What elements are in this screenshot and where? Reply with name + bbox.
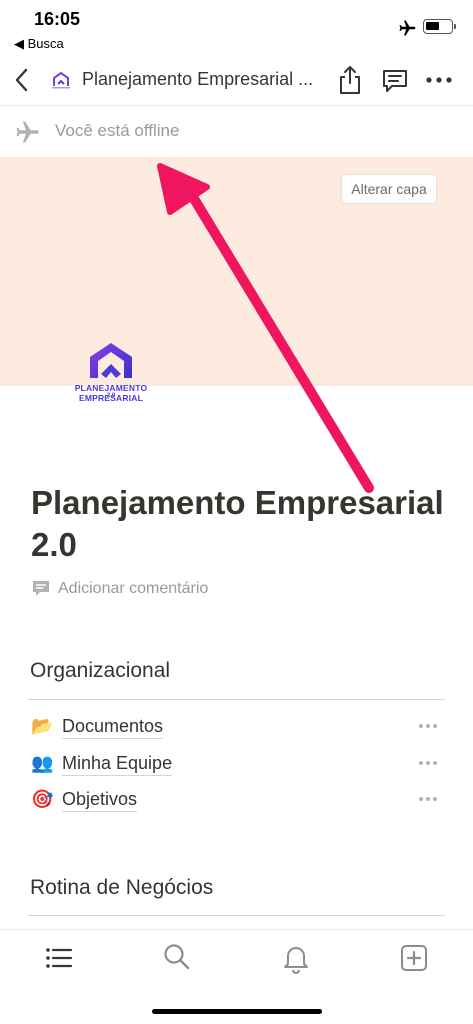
item-more-icon[interactable] [418,796,438,802]
airplane-mode-icon [399,20,416,36]
page-title-nav: Planejamento Empresarial ... [82,69,314,89]
item-more-icon[interactable] [418,760,438,766]
bell-icon[interactable] [282,942,310,974]
nav-divider [0,105,473,106]
target-icon: 🎯 [31,789,54,809]
search-icon[interactable] [162,942,192,972]
battery-icon [423,19,453,34]
home-indicator [152,1009,322,1014]
back-chevron-icon[interactable] [10,66,34,94]
change-cover-button[interactable]: Alterar capa [341,174,437,204]
comment-icon [33,581,49,596]
offline-message: Você está offline [55,121,180,140]
list-item-documentos[interactable]: Documentos [62,716,164,739]
list-item-objetivos[interactable]: Objetivos [62,789,138,812]
more-options-icon[interactable] [424,70,454,90]
item-more-icon[interactable] [418,723,438,729]
logo-subtext: 2.0 [106,393,116,399]
folder-icon: 📂 [31,716,54,736]
section-divider [28,699,445,700]
share-icon[interactable] [336,64,364,96]
people-icon: 👥 [31,753,54,773]
page-title[interactable]: Planejamento Empresarial 2.0 [31,482,451,566]
section-heading: Organizacional [30,659,171,682]
battery-tip [454,24,456,29]
add-comment-button[interactable]: Adicionar comentário [58,580,208,598]
airplane-icon [16,121,39,143]
comments-icon[interactable] [380,66,410,96]
company-logo-icon [90,343,132,378]
tab-bar-divider [0,929,473,930]
back-to-app-link[interactable]: ◀ Busca [14,36,64,52]
section-divider [28,915,445,916]
new-page-icon[interactable] [400,944,428,972]
list-icon[interactable] [44,943,74,973]
page-logo-icon [52,71,70,89]
section-heading: Rotina de Negócios [30,876,214,899]
status-time: 16:05 [34,9,81,29]
list-item-minha-equipe[interactable]: Minha Equipe [62,753,173,776]
